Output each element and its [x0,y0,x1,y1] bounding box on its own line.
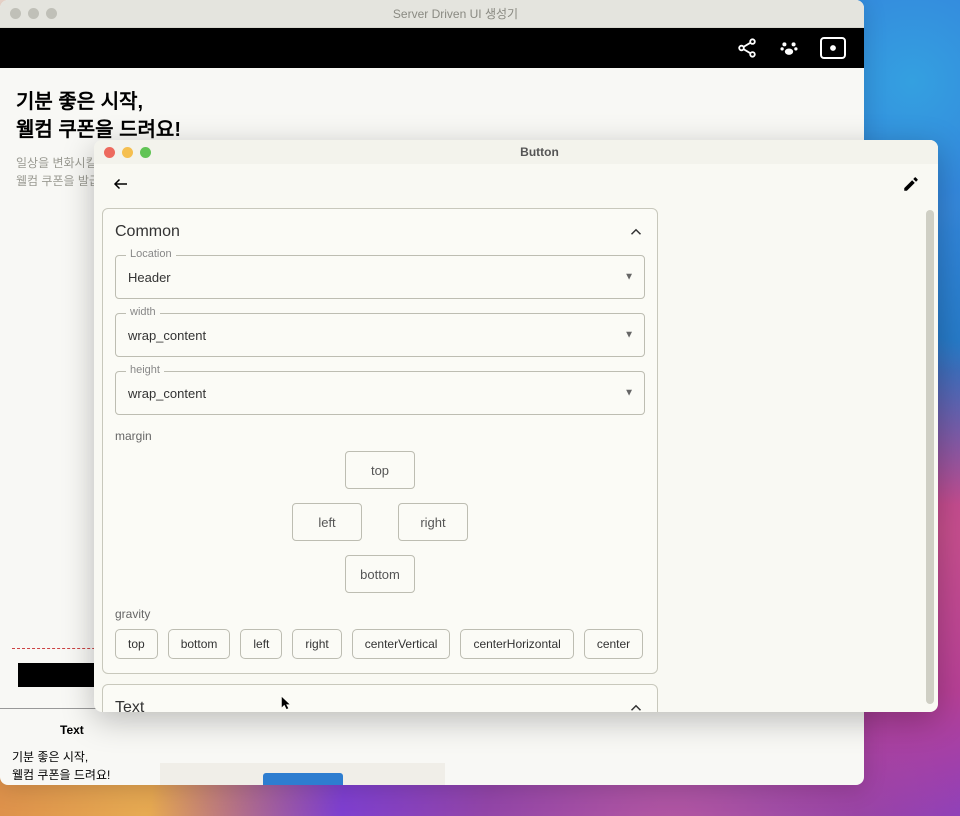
preview-thumbnails[interactable]: 10% [160,763,445,785]
paw-icon[interactable] [778,37,800,59]
snippet-line1: 기분 좋은 시작, [12,750,88,764]
preview-snippet: 기분 좋은 시작, 웰컴 쿠폰을 드려요! [12,748,110,784]
window-controls [10,8,57,19]
margin-bottom-input[interactable]: bottom [345,555,415,593]
common-panel-title: Common [115,223,180,241]
height-value: wrap_content [128,386,632,401]
height-label: height [126,364,164,376]
margin-editor: top left right bottom [115,451,645,593]
main-titlebar[interactable]: Server Driven UI 생성기 [0,0,864,28]
margin-section-label: margin [115,429,645,443]
edit-button[interactable] [902,175,920,198]
gravity-centervertical-chip[interactable]: centerVertical [352,629,451,659]
headline-line1: 기분 좋은 시작, [16,91,143,113]
sub-line1: 일상을 변화시킬 [16,156,97,170]
inspector-close-button[interactable] [104,147,115,158]
close-window-button[interactable] [10,8,21,19]
main-toolbar [0,28,864,68]
minimize-window-button[interactable] [28,8,39,19]
dropdown-icon: ▼ [624,272,634,283]
location-label: Location [126,248,176,260]
text-panel-title: Text [115,699,144,712]
snippet-line2: 웰컴 쿠폰을 드려요! [12,768,110,782]
inspector-window-controls [104,147,151,158]
common-panel: Common Location Header ▼ width wrap_cont… [102,208,658,674]
margin-top-input[interactable]: top [345,451,415,489]
headline-line2: 웰컴 쿠폰을 드려요! [16,119,181,141]
share-icon[interactable] [736,37,758,59]
common-panel-header[interactable]: Common [115,223,645,241]
dropdown-icon: ▼ [624,330,634,341]
text-panel-header[interactable]: Text [115,699,645,712]
inspector-titlebar[interactable]: Button [94,140,938,164]
inspector-toolbar [94,164,938,208]
chevron-up-icon[interactable] [627,223,645,241]
inspector-window: Button Common Location Header ▼ width wr… [94,140,938,712]
width-select[interactable]: width wrap_content ▼ [115,313,645,357]
gravity-center-chip[interactable]: center [584,629,643,659]
maximize-window-button[interactable] [46,8,57,19]
main-window-title: Server Driven UI 생성기 [57,5,854,22]
gravity-left-chip[interactable]: left [240,629,282,659]
margin-left-input[interactable]: left [292,503,362,541]
width-label: width [126,306,160,318]
gravity-top-chip[interactable]: top [115,629,158,659]
location-value: Header [128,270,632,285]
sub-line2: 웰컴 쿠폰을 발급 [16,174,100,188]
dropdown-icon: ▼ [624,388,634,399]
gravity-bottom-chip[interactable]: bottom [168,629,231,659]
margin-right-input[interactable]: right [398,503,468,541]
back-button[interactable] [112,175,130,198]
gravity-options: top bottom left right centerVertical cen… [115,629,645,659]
headline-text: 기분 좋은 시작, 웰컴 쿠폰을 드려요! [16,88,848,144]
coupon-thumbnail-blue [263,773,343,785]
selected-element-placeholder[interactable] [18,663,98,687]
preview-icon[interactable] [820,37,846,59]
inspector-scrollbar[interactable] [926,210,934,704]
section-label-text: Text [60,723,84,737]
gravity-right-chip[interactable]: right [292,629,341,659]
gravity-centerhorizontal-chip[interactable]: centerHorizontal [460,629,573,659]
location-select[interactable]: Location Header ▼ [115,255,645,299]
inspector-minimize-button[interactable] [122,147,133,158]
inspector-body[interactable]: Common Location Header ▼ width wrap_cont… [94,208,938,712]
gravity-section-label: gravity [115,607,645,621]
inspector-maximize-button[interactable] [140,147,151,158]
width-value: wrap_content [128,328,632,343]
height-select[interactable]: height wrap_content ▼ [115,371,645,415]
inspector-title: Button [151,145,928,159]
chevron-up-icon[interactable] [627,699,645,712]
text-panel: Text [102,684,658,712]
